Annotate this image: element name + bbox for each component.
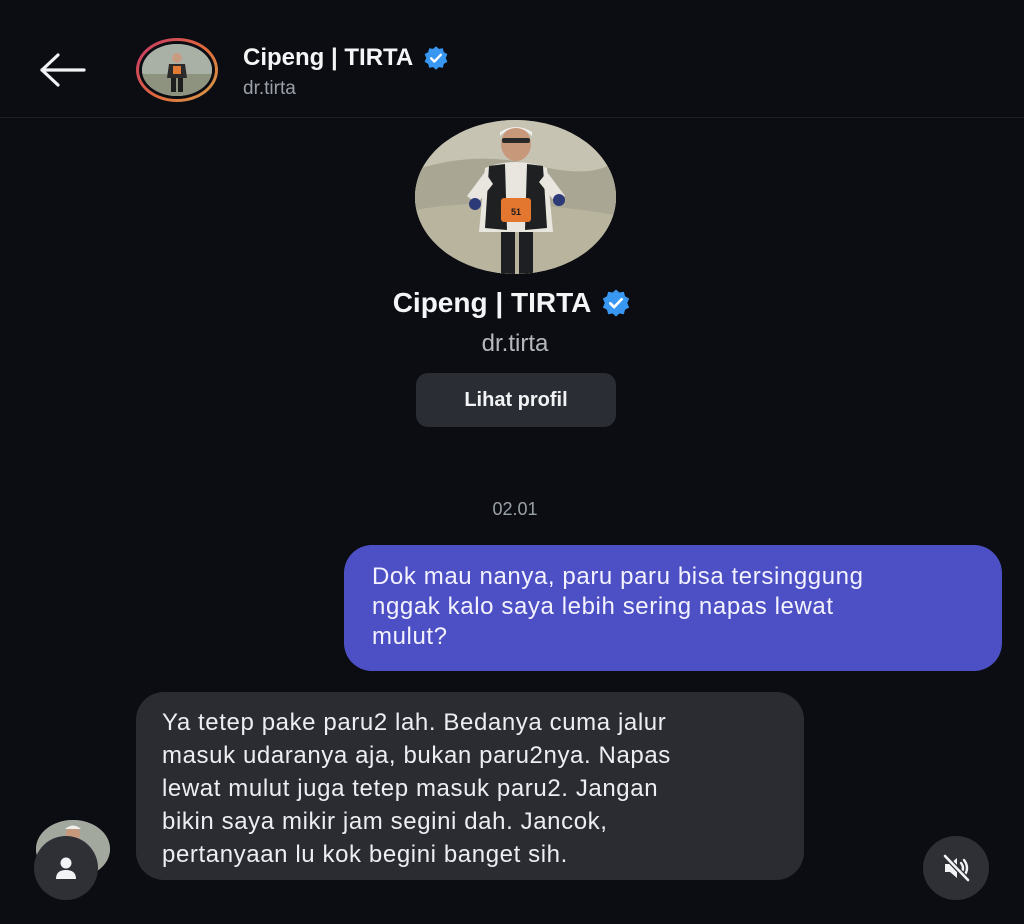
message-line: Ya tetep pake paru2 lah. Bedanya cuma ja… [162,709,667,736]
speaker-muted-icon [942,853,971,883]
message-timestamp: 02.01 [492,499,538,519]
message-line: lewat mulut juga tetep masuk paru2. Jang… [162,775,659,802]
user-icon [56,857,76,879]
avatar-photo [142,44,212,96]
verified-badge-icon [603,289,630,317]
message-line: nggak kalo saya lebih sering napas lewat [372,593,834,620]
header-display-name[interactable]: Cipeng | TIRTA [243,44,449,72]
verified-badge-icon [424,46,448,70]
profile-username: dr.tirta [481,330,549,357]
message-line: masuk udaranya aja, bukan paru2nya. Napa… [162,742,671,769]
back-button[interactable] [36,50,90,90]
chat-header: Cipeng | TIRTA dr.tirta [0,0,1024,118]
arrow-left-icon [40,53,86,87]
profile-display-name: Cipeng | TIRTA [0,287,1024,319]
mute-button[interactable] [923,836,989,900]
view-profile-label: Lihat profil [464,388,568,411]
avatar-ring-gap [139,41,215,99]
incoming-message[interactable]: Ya tetep pake paru2 lah. Bedanya cuma ja… [136,692,804,880]
header-avatar[interactable] [136,38,218,102]
message-line: Dok mau nanya, paru paru bisa tersinggun… [372,563,864,590]
profile-name-text: Cipeng | TIRTA [392,287,592,318]
profile-photo[interactable]: 51 [415,120,616,274]
user-button[interactable] [34,836,98,900]
message-line: pertanyaan lu kok begini banget sih. [162,841,568,868]
header-username: dr.tirta [243,78,296,99]
header-name-text: Cipeng | TIRTA [243,44,414,71]
message-line: bikin saya mikir jam segini dah. Jancok, [162,808,608,835]
view-profile-button[interactable]: Lihat profil [416,373,616,427]
message-line: mulut? [372,623,448,650]
outgoing-message[interactable]: Dok mau nanya, paru paru bisa tersinggun… [344,545,1002,671]
bib-number: 51 [511,207,521,217]
